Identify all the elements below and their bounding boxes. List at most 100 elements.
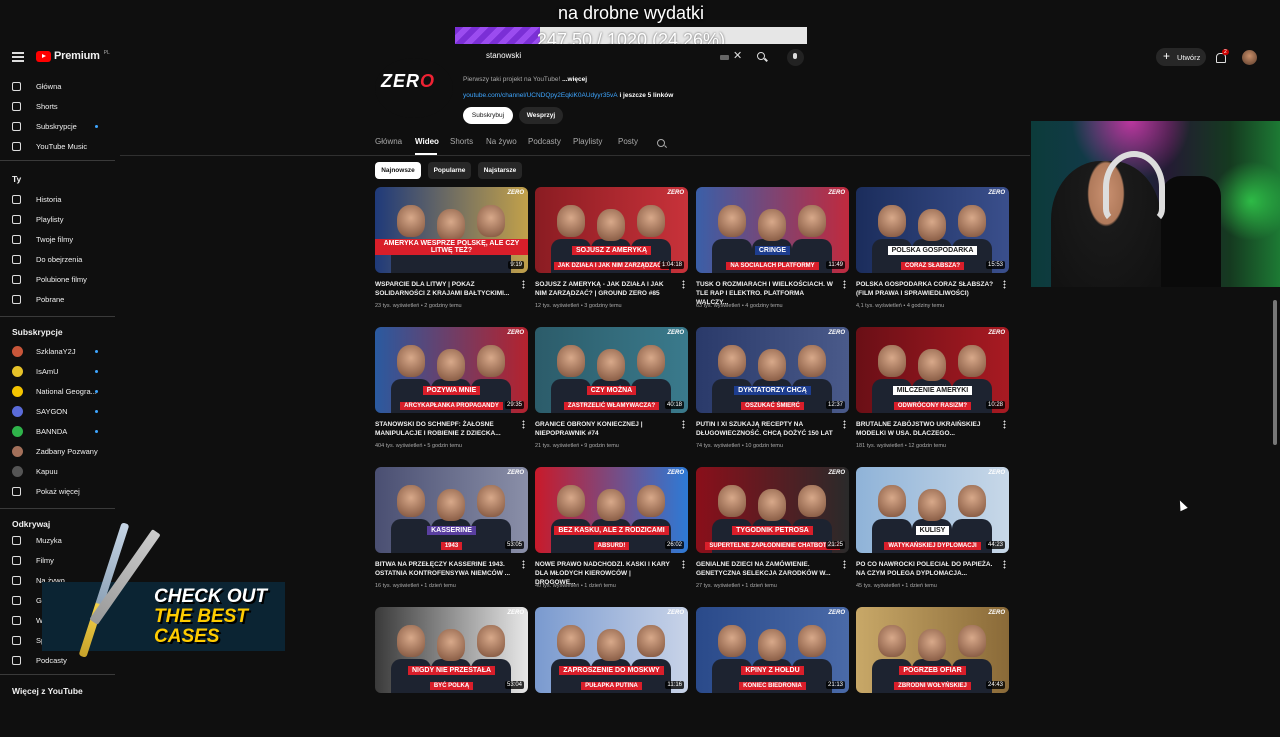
close-icon[interactable]: ✕ xyxy=(733,49,742,62)
sidebar-subscription[interactable]: Zadbany Pozwany xyxy=(0,443,118,461)
video-title[interactable]: WSPARCIE DLA LITWY | POKAZ SOLIDARNOŚCI … xyxy=(375,280,513,298)
video-thumbnail[interactable]: ZERO NIGDY NIE PRZESTAŁA BYĆ POLKĄ 53:04 xyxy=(375,607,528,693)
video-thumbnail[interactable]: ZERO POLSKA GOSPODARKA CORAZ SŁABSZA? 15:53 xyxy=(856,187,1009,273)
sidebar-item-do-obejrzenia[interactable]: Do obejrzenia xyxy=(0,251,118,269)
video-card[interactable]: ZERO CRINGE NA SOCIALACH PLATFORMY 11:49 TUS… xyxy=(696,187,851,317)
tab-shorts[interactable]: Shorts xyxy=(450,137,473,146)
video-thumbnail[interactable]: ZERO CRINGE NA SOCIALACH PLATFORMY 11:49 xyxy=(696,187,849,273)
keyboard-icon[interactable] xyxy=(720,55,729,60)
video-thumbnail[interactable]: ZERO POGRZEB OFIAR ZBRODNI WOŁYŃSKIEJ 24:43 xyxy=(856,607,1009,693)
sidebar-subscription[interactable]: BANNDA xyxy=(0,423,118,441)
filter-chip-najstarsze[interactable]: Najstarsze xyxy=(478,162,522,179)
more-options-icon[interactable] xyxy=(1003,420,1006,429)
video-title[interactable]: BRUTALNE ZABÓJSTWO UKRAIŃSKIEJ MODELKI W… xyxy=(856,420,994,438)
more-options-icon[interactable] xyxy=(843,420,846,429)
more-options-icon[interactable] xyxy=(522,420,525,429)
more-options-icon[interactable] xyxy=(1003,560,1006,569)
channel-links[interactable]: youtube.com/channel/UCNDQpy2EqkiK0AUdyyr… xyxy=(463,92,673,99)
sidebar-show-more[interactable]: Pokaż więcej xyxy=(0,483,118,501)
video-title[interactable]: SOJUSZ Z AMERYKĄ - JAK DZIAŁA I JAK NIM … xyxy=(535,280,673,298)
tab-playlisty[interactable]: Playlisty xyxy=(573,137,602,146)
more-options-icon[interactable] xyxy=(682,560,685,569)
video-card[interactable]: ZERO KULISY WATYKAŃSKIEJ DYPLOMACJI 44:23 PO… xyxy=(856,467,1011,597)
video-card[interactable]: ZERO SOJUSZ Z AMERYKĄ JAK DZIAŁA I JAK NIM… xyxy=(535,187,690,317)
menu-icon[interactable] xyxy=(12,52,24,62)
tab-podcasty[interactable]: Podcasty xyxy=(528,137,561,146)
tab-główna[interactable]: Główna xyxy=(375,137,402,146)
video-title[interactable]: STANOWSKI DO SCHNEPF: ŻAŁOSNE MANIPULACJ… xyxy=(375,420,513,438)
video-thumbnail[interactable]: ZERO DYKTATORZY CHCĄ OSZUKAĆ ŚMIERĆ 12:37 xyxy=(696,327,849,413)
video-card[interactable]: ZERO ZAPROSZENIE DO MOSKWY PUŁAPKA PUTINA 1… xyxy=(535,607,690,737)
sidebar-item-subskrypcje[interactable]: Subskrypcje xyxy=(0,118,118,136)
sidebar-item-playlisty[interactable]: Playlisty xyxy=(0,211,118,229)
sidebar-subscription[interactable]: Kapuu xyxy=(0,463,118,481)
sidebar-subscription[interactable]: SAYGON xyxy=(0,403,118,421)
sidebar-item-pobrane[interactable]: Pobrane xyxy=(0,291,118,309)
sidebar-item-główna[interactable]: Główna xyxy=(0,78,118,96)
sidebar-item-shorts[interactable]: Shorts xyxy=(0,98,118,116)
video-card[interactable]: ZERO BEZ KASKU, ALE Z RODZICAMI ABSURD! 26:… xyxy=(535,467,690,597)
video-thumbnail[interactable]: ZERO CZY MOŻNA ZASTRZELIĆ WŁAMYWACZA? 40:18 xyxy=(535,327,688,413)
video-thumbnail[interactable]: ZERO AMERYKA WESPRZE POLSKĘ, ALE CZY LITW… xyxy=(375,187,528,273)
tab-na-żywo[interactable]: Na żywo xyxy=(486,137,517,146)
filter-chip-najnowsze[interactable]: Najnowsze xyxy=(375,162,421,179)
scrollbar[interactable] xyxy=(1273,300,1277,445)
video-card[interactable]: ZERO KPINY Z HOŁDU KONIEC BIEDRONIA 21:13 xyxy=(696,607,851,737)
video-title[interactable]: GRANICE OBRONY KONIECZNEJ | NIEPOPRAWNIK… xyxy=(535,420,673,438)
more-options-icon[interactable] xyxy=(682,280,685,289)
video-thumbnail[interactable]: ZERO SOJUSZ Z AMERYKĄ JAK DZIAŁA I JAK NIM… xyxy=(535,187,688,273)
tab-posty[interactable]: Posty xyxy=(618,137,638,146)
sidebar-heading-subscriptions[interactable]: Subskrypcje xyxy=(12,327,63,337)
video-card[interactable]: ZERO CZY MOŻNA ZASTRZELIĆ WŁAMYWACZA? 40:18… xyxy=(535,327,690,457)
search-input[interactable]: stanowski ✕ xyxy=(476,49,744,65)
video-card[interactable]: ZERO NIGDY NIE PRZESTAŁA BYĆ POLKĄ 53:04 xyxy=(375,607,530,737)
video-thumbnail[interactable]: ZERO MILCZENIE AMERYKI ODWRÓCONY RASIZM? 10… xyxy=(856,327,1009,413)
sidebar-item-twoje-filmy[interactable]: Twoje filmy xyxy=(0,231,118,249)
subscribe-button[interactable]: Subskrybuj xyxy=(463,107,513,124)
video-thumbnail[interactable]: ZERO KPINY Z HOŁDU KONIEC BIEDRONIA 21:13 xyxy=(696,607,849,693)
subscriptions-icon xyxy=(12,122,21,131)
sidebar-item-muzyka[interactable]: Muzyka xyxy=(0,532,118,550)
video-title[interactable]: PUTIN I XI SZUKAJĄ RECEPTY NA DŁUGOWIECZ… xyxy=(696,420,834,438)
sidebar-heading-you[interactable]: Ty xyxy=(12,174,21,184)
more-options-icon[interactable] xyxy=(1003,280,1006,289)
video-title[interactable]: BITWA NA PRZEŁĘCZY KASSERINE 1943. OSTAT… xyxy=(375,560,513,578)
video-title[interactable]: GENIALNE DZIECI NA ZAMÓWIENIE. GENETYCZN… xyxy=(696,560,834,578)
sidebar-item-historia[interactable]: Historia xyxy=(0,191,118,209)
more-options-icon[interactable] xyxy=(843,560,846,569)
video-thumbnail[interactable]: ZERO KASSERINE 1943 53:05 xyxy=(375,467,528,553)
sidebar-item-filmy[interactable]: Filmy xyxy=(0,552,118,570)
avatar[interactable] xyxy=(1242,50,1257,65)
join-button[interactable]: Wesprzyj xyxy=(519,107,563,124)
video-card[interactable]: ZERO AMERYKA WESPRZE POLSKĘ, ALE CZY LITW… xyxy=(375,187,530,317)
video-thumbnail[interactable]: ZERO KULISY WATYKAŃSKIEJ DYPLOMACJI 44:23 xyxy=(856,467,1009,553)
video-card[interactable]: ZERO MILCZENIE AMERYKI ODWRÓCONY RASIZM? 10… xyxy=(856,327,1011,457)
more-options-icon[interactable] xyxy=(522,560,525,569)
sidebar-item-polubione-filmy[interactable]: Polubione filmy xyxy=(0,271,118,289)
video-card[interactable]: ZERO KASSERINE 1943 53:05 BITWA NA PRZEŁĘCZY… xyxy=(375,467,530,597)
video-title[interactable]: POLSKA GOSPODARKA CORAZ SŁABSZA? (FILM P… xyxy=(856,280,994,298)
video-title[interactable]: PO CO NAWROCKI POLECIAŁ DO PAPIEŻA. NA C… xyxy=(856,560,994,578)
sidebar-subscription[interactable]: SzklanaY2J xyxy=(0,343,118,361)
video-thumbnail[interactable]: ZERO POZYWA MNIE ARCYKAPŁANKA PROPAGANDY 29… xyxy=(375,327,528,413)
more-options-icon[interactable] xyxy=(522,280,525,289)
sidebar-subscription[interactable]: National Geogra... xyxy=(0,383,118,401)
sidebar-item-podcasty[interactable]: Podcasty xyxy=(0,652,118,670)
video-card[interactable]: ZERO DYKTATORZY CHCĄ OSZUKAĆ ŚMIERĆ 12:37 PU… xyxy=(696,327,851,457)
video-thumbnail[interactable]: ZERO BEZ KASKU, ALE Z RODZICAMI ABSURD! 26:… xyxy=(535,467,688,553)
video-card[interactable]: ZERO POGRZEB OFIAR ZBRODNI WOŁYŃSKIEJ 24:43 xyxy=(856,607,1011,737)
video-thumbnail[interactable]: ZERO TYGODNIK PETROSA SUPERTELNE ZAPŁODNIE… xyxy=(696,467,849,553)
sidebar-subscription[interactable]: IsAmU xyxy=(0,363,118,381)
more-options-icon[interactable] xyxy=(843,280,846,289)
video-card[interactable]: ZERO TYGODNIK PETROSA SUPERTELNE ZAPŁODNIE… xyxy=(696,467,851,597)
video-card[interactable]: ZERO POLSKA GOSPODARKA CORAZ SŁABSZA? 15:53… xyxy=(856,187,1011,317)
more-options-icon[interactable] xyxy=(682,420,685,429)
tab-wideo[interactable]: Wideo xyxy=(415,137,439,146)
channel-description[interactable]: Pierwszy taki projekt na YouTube! ...wię… xyxy=(463,76,587,83)
youtube-premium-logo[interactable]: Premium PL xyxy=(36,50,110,62)
channel-search-icon[interactable] xyxy=(657,139,665,147)
video-card[interactable]: ZERO POZYWA MNIE ARCYKAPŁANKA PROPAGANDY 29… xyxy=(375,327,530,457)
sidebar-item-youtube-music[interactable]: YouTube Music xyxy=(0,138,118,156)
video-thumbnail[interactable]: ZERO ZAPROSZENIE DO MOSKWY PUŁAPKA PUTINA 1… xyxy=(535,607,688,693)
filter-chip-popularne[interactable]: Popularne xyxy=(428,162,471,179)
